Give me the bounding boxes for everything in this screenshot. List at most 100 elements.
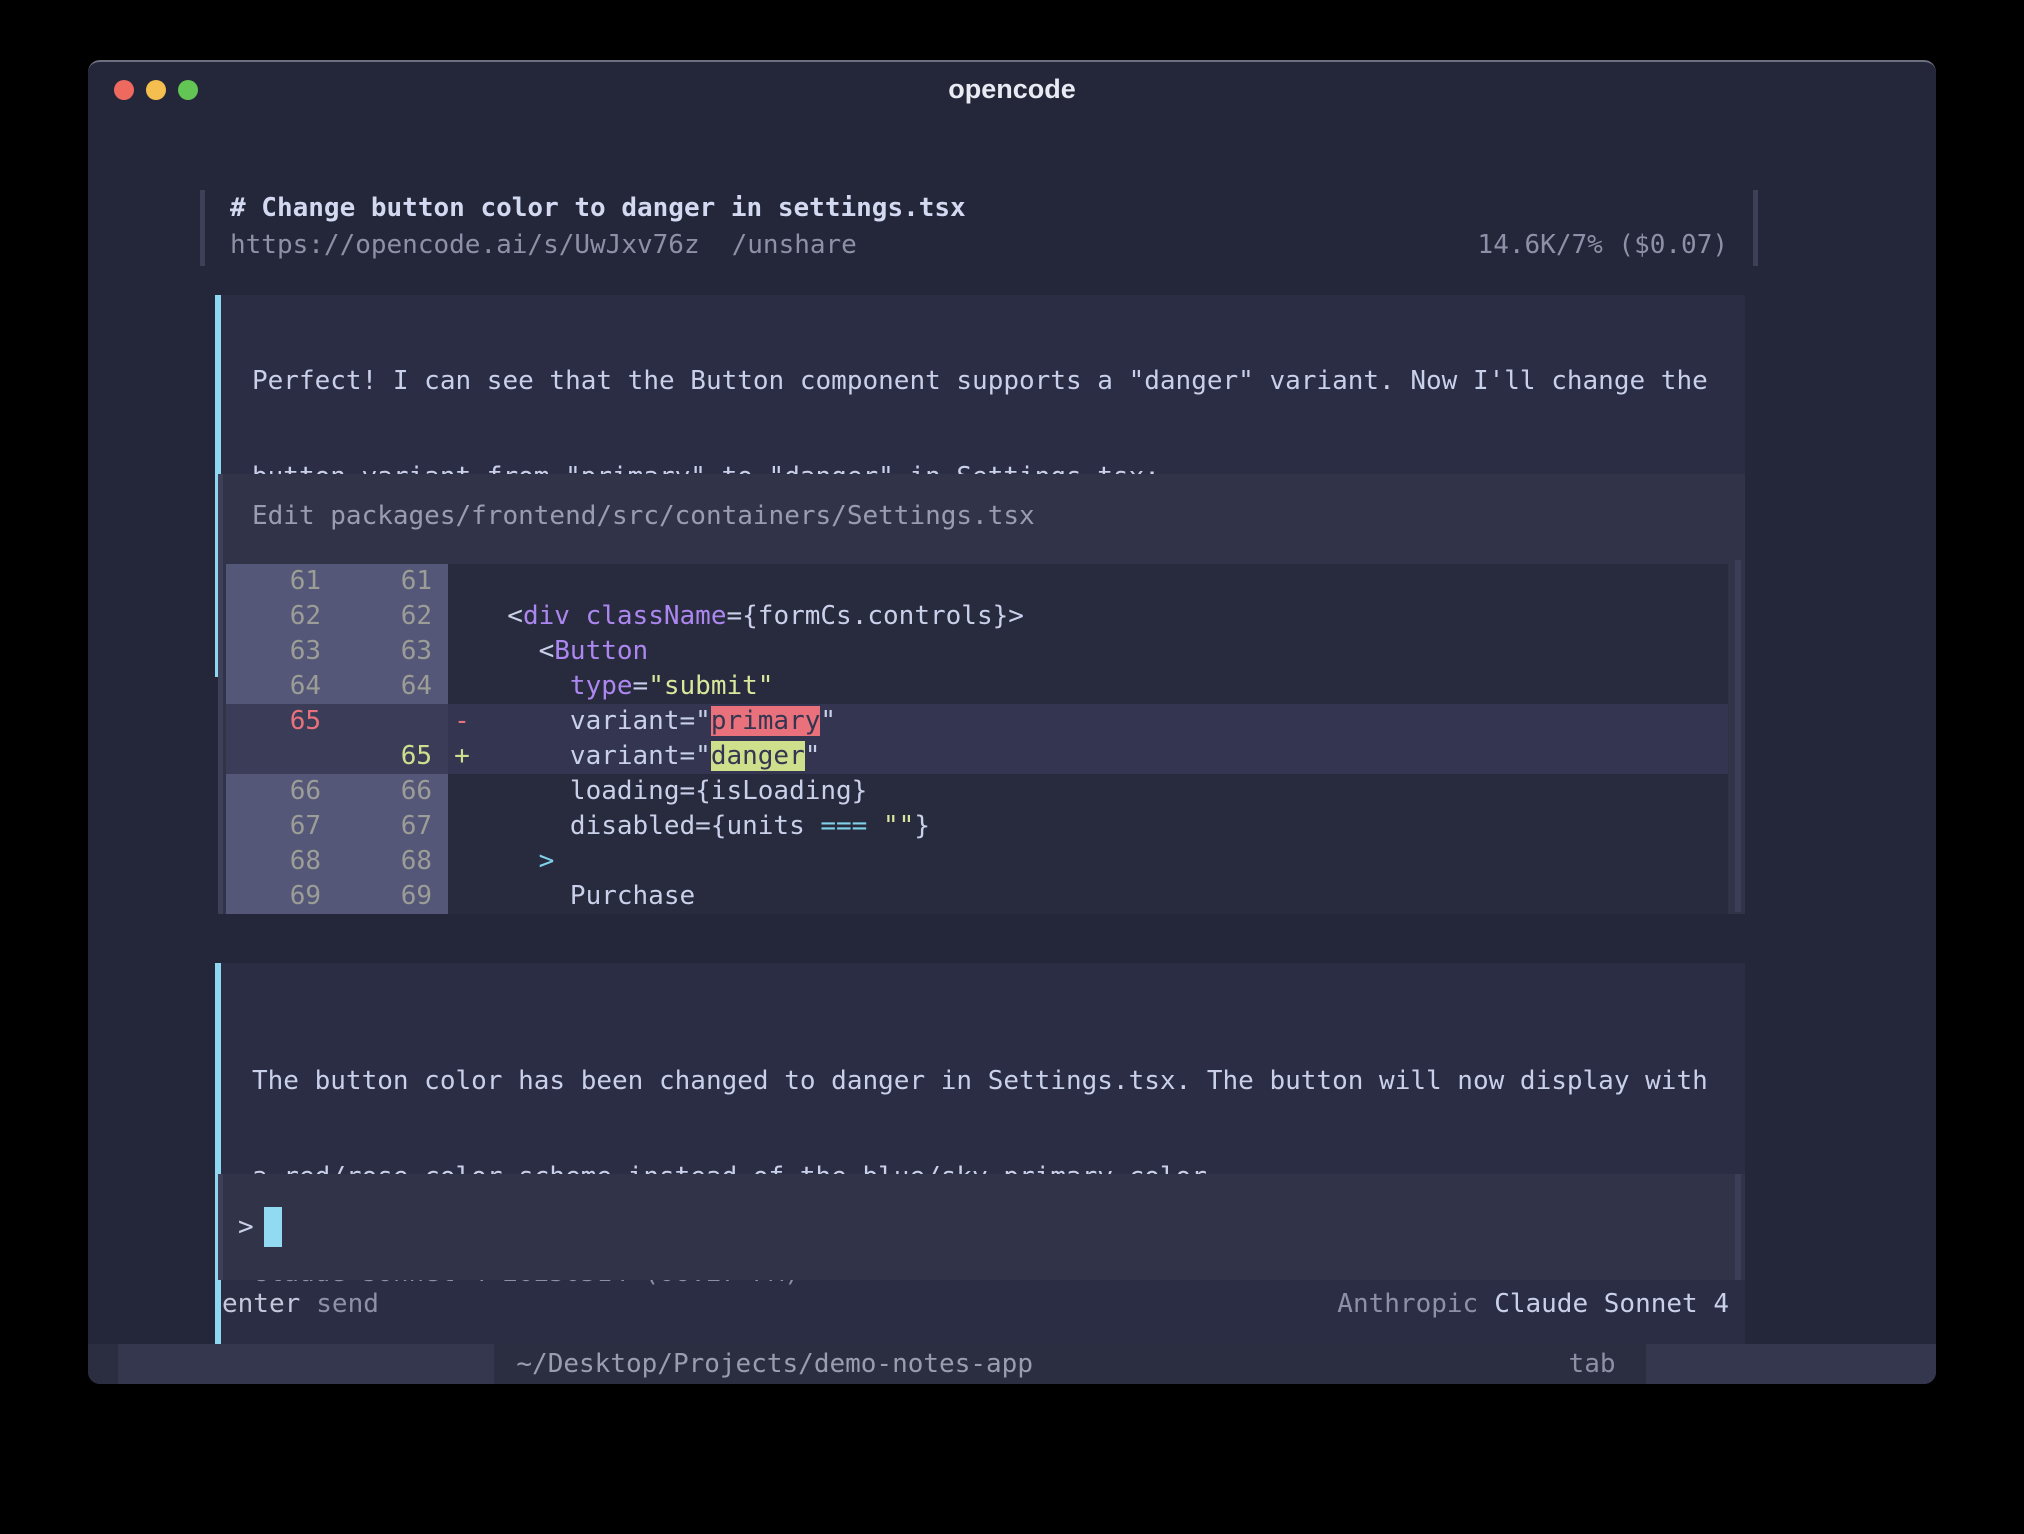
diff-row: 6262 <div className={formCs.controls}> [226, 599, 1728, 634]
code-token: Button [554, 636, 648, 666]
mode-chip[interactable]: BUILD MODE [1646, 1344, 1936, 1384]
code-token: = [633, 671, 649, 701]
code-line: type="submit" [476, 669, 1728, 704]
gutter-new-lineno: 65 [337, 739, 448, 774]
diff-sign: - [448, 704, 476, 739]
gutter-old-lineno: 67 [226, 809, 337, 844]
model-label: Claude Sonnet 4 [1494, 1286, 1729, 1322]
code-token: variant=" [476, 741, 711, 771]
diff-row: 6363 <Button [226, 634, 1728, 669]
code-token: primary [711, 706, 821, 736]
code-line: <Button [476, 634, 1728, 669]
status-bar: opencode v0.3.11 ~/Desktop/Projects/demo… [88, 1344, 1936, 1384]
code-token: Purchase [476, 881, 695, 911]
diff-row: 65 - variant="primary" [226, 704, 1728, 739]
code-token [867, 811, 883, 841]
gutter-old-lineno [226, 739, 337, 774]
code-line [476, 564, 1728, 599]
code-line: <div className={formCs.controls}> [476, 599, 1728, 634]
code-token: > [1008, 601, 1024, 631]
gutter-new-lineno: 63 [337, 634, 448, 669]
diff-sign [448, 564, 476, 599]
diff-sign [448, 879, 476, 914]
header-spacer [857, 227, 1478, 264]
diff-row: 6969 Purchase [226, 879, 1728, 914]
edit-scrollbar[interactable] [1735, 560, 1741, 912]
message-text-line: Perfect! I can see that the Button compo… [252, 363, 1715, 399]
diff-rows: 61616262 <div className={formCs.controls… [226, 564, 1728, 914]
prompt-symbol: > [238, 1212, 254, 1242]
code-token: < [476, 636, 554, 666]
code-line: variant="primary" [476, 704, 1728, 739]
prompt-left-rule [218, 1174, 223, 1280]
enter-key-hint: enter [222, 1286, 300, 1322]
hint-row: enter send Anthropic Claude Sonnet 4 [222, 1286, 1745, 1322]
code-token: "" [883, 811, 914, 841]
diff-sign [448, 809, 476, 844]
text-cursor [264, 1207, 282, 1247]
message-text-line: The button color has been changed to dan… [252, 1063, 1715, 1099]
code-line: disabled={units === ""} [476, 809, 1728, 844]
send-hint: send [316, 1286, 379, 1322]
code-token: " [805, 741, 821, 771]
gutter-old-lineno: 65 [226, 704, 337, 739]
header-right-rule [1753, 190, 1758, 266]
unshare-command[interactable]: /unshare [732, 227, 857, 264]
code-line: Purchase [476, 879, 1728, 914]
code-token: === [820, 811, 867, 841]
gutter-new-lineno: 64 [337, 669, 448, 704]
code-line: variant="danger" [476, 739, 1728, 774]
diff-row: 6868 > [226, 844, 1728, 879]
opencode-window: opencode # Change button color to danger… [88, 60, 1936, 1384]
share-url[interactable]: https://opencode.ai/s/UwJxv76z [230, 227, 700, 264]
code-token: " [820, 706, 836, 736]
edit-tool-block: Edit packages/frontend/src/containers/Se… [218, 474, 1745, 914]
code-token [476, 671, 570, 701]
gutter-old-lineno: 66 [226, 774, 337, 809]
session-header: # Change button color to danger in setti… [200, 190, 1758, 266]
gutter-new-lineno: 61 [337, 564, 448, 599]
gutter-new-lineno: 68 [337, 844, 448, 879]
prompt-right-rule [1735, 1174, 1741, 1280]
statusbar-spacer [1033, 1344, 1569, 1384]
edit-file-title: Edit packages/frontend/src/containers/Se… [252, 498, 1745, 534]
code-line: loading={isLoading} [476, 774, 1728, 809]
gutter-new-lineno: 62 [337, 599, 448, 634]
code-token: loading={isLoading} [476, 776, 867, 806]
diff-sign [448, 774, 476, 809]
tab-key-hint[interactable]: tab [1569, 1344, 1616, 1384]
gutter-old-lineno: 61 [226, 564, 337, 599]
prompt-input[interactable]: > [218, 1174, 1745, 1280]
code-token: "submit" [648, 671, 773, 701]
diff-row: 6666 loading={isLoading} [226, 774, 1728, 809]
header-left-rule [200, 190, 205, 266]
working-directory: ~/Desktop/Projects/demo-notes-app [516, 1344, 1033, 1384]
context-usage: 14.6K/7% ($0.07) [1478, 227, 1728, 264]
code-token: div [523, 601, 570, 631]
message-accent-bar [215, 963, 221, 1379]
window-title: opencode [88, 74, 1936, 105]
diff-sign: + [448, 739, 476, 774]
code-token [570, 601, 586, 631]
code-token: variant=" [476, 706, 711, 736]
gutter-new-lineno: 66 [337, 774, 448, 809]
gutter-old-lineno: 64 [226, 669, 337, 704]
code-token: } [914, 811, 930, 841]
gutter-new-lineno [337, 704, 448, 739]
code-token: type [570, 671, 633, 701]
code-token: disabled={units [476, 811, 820, 841]
diff-row: 6767 disabled={units === ""} [226, 809, 1728, 844]
titlebar: opencode [88, 62, 1936, 118]
gutter-old-lineno: 69 [226, 879, 337, 914]
edit-left-rule [218, 474, 223, 914]
gutter-old-lineno: 63 [226, 634, 337, 669]
diff-row: 65+ variant="danger" [226, 739, 1728, 774]
diff-sign [448, 669, 476, 704]
code-token: danger [711, 741, 805, 771]
diff-sign [448, 599, 476, 634]
session-title: # Change button color to danger in setti… [230, 190, 1728, 227]
hint-spacer [379, 1286, 1337, 1322]
provider-label: Anthropic [1337, 1286, 1478, 1322]
gutter-old-lineno: 68 [226, 844, 337, 879]
code-token [476, 846, 539, 876]
